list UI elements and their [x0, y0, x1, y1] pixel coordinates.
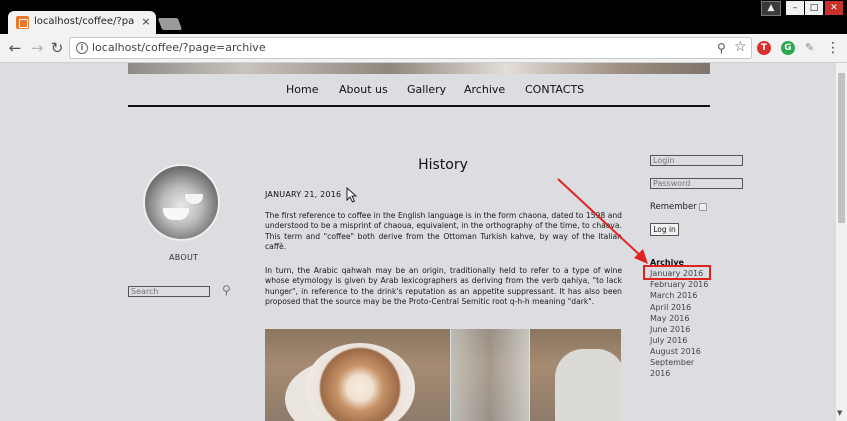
- browser-window: localhost/coffee/?page=arc × ▲ – □ ✕ ← →…: [0, 0, 847, 421]
- post-paragraph: In turn, the Arabic qahwah may be an ori…: [265, 266, 622, 307]
- info-icon[interactable]: i: [76, 42, 88, 54]
- page-content: Home About us Gallery Archive CONTACTS A…: [0, 63, 836, 421]
- minimize-button[interactable]: –: [786, 1, 804, 15]
- archive-link-july-2016[interactable]: July 2016: [650, 336, 687, 345]
- archive-link-april-2016[interactable]: April 2016: [650, 303, 691, 312]
- annotation-arrow-icon: [557, 178, 648, 264]
- latte-cup-shape: [305, 343, 415, 421]
- archive-link-june-2016[interactable]: June 2016: [650, 325, 690, 334]
- extension-pen-icon[interactable]: ✎: [805, 41, 814, 54]
- post-title: History: [418, 157, 468, 173]
- nav-link-about[interactable]: About us: [339, 83, 388, 96]
- browser-toolbar: ← → ↻ i localhost/coffee/?page=archive ⚲…: [0, 34, 847, 63]
- back-arrow-icon[interactable]: ←: [6, 39, 24, 57]
- archive-link-february-2016[interactable]: February 2016: [650, 280, 708, 289]
- main-navigation: Home About us Gallery Archive CONTACTS: [128, 78, 710, 106]
- coffee-latte-image: [265, 329, 621, 421]
- archive-link-march-2016[interactable]: March 2016: [650, 291, 697, 300]
- nav-link-home[interactable]: Home: [286, 83, 318, 96]
- favicon-icon: [16, 16, 29, 29]
- scrollbar-thumb[interactable]: [838, 73, 845, 223]
- nav-link-gallery[interactable]: Gallery: [407, 83, 446, 96]
- extension-t-icon[interactable]: T: [757, 41, 771, 55]
- tab-close-icon[interactable]: ×: [139, 14, 153, 30]
- water-glass-shape: [450, 329, 530, 421]
- search-input[interactable]: [128, 286, 210, 297]
- browser-tab[interactable]: localhost/coffee/?page=arc ×: [8, 11, 156, 34]
- search-icon[interactable]: ⚲: [222, 283, 231, 297]
- extension-g-icon[interactable]: G: [781, 41, 795, 55]
- remember-label: Remember: [650, 202, 697, 212]
- login-input[interactable]: [650, 155, 743, 166]
- nav-divider: [128, 105, 710, 107]
- password-input[interactable]: [650, 178, 743, 189]
- profile-icon[interactable]: ▲: [761, 1, 781, 16]
- remember-checkbox[interactable]: [699, 203, 707, 211]
- post-date: JANUARY 21, 2016: [265, 190, 342, 199]
- url-text[interactable]: localhost/coffee/?page=archive: [92, 41, 266, 54]
- close-window-button[interactable]: ✕: [825, 1, 843, 15]
- header-image: [128, 63, 710, 74]
- new-tab-button[interactable]: [157, 18, 183, 30]
- about-avatar-image[interactable]: [143, 164, 220, 241]
- page-scrollbar[interactable]: ▼: [836, 63, 847, 421]
- maximize-button[interactable]: □: [805, 1, 823, 15]
- nav-link-contacts[interactable]: CONTACTS: [525, 83, 584, 96]
- zoom-icon[interactable]: ⚲: [717, 41, 726, 55]
- about-label[interactable]: ABOUT: [169, 253, 198, 262]
- archive-link-september-2016-year[interactable]: 2016: [650, 369, 670, 378]
- title-bar: localhost/coffee/?page=arc × ▲ – □ ✕: [0, 0, 847, 34]
- tab-title: localhost/coffee/?page=arc: [34, 16, 134, 27]
- scroll-down-icon[interactable]: ▼: [837, 409, 842, 417]
- browser-menu-icon[interactable]: ⋮: [826, 39, 840, 57]
- nav-link-archive[interactable]: Archive: [464, 83, 505, 96]
- archive-link-august-2016[interactable]: August 2016: [650, 347, 701, 356]
- coffee-cup-shape: [163, 208, 189, 220]
- bookmark-star-icon[interactable]: ☆: [734, 39, 747, 55]
- archive-link-may-2016[interactable]: May 2016: [650, 314, 689, 323]
- archive-link-september-2016[interactable]: September: [650, 358, 694, 367]
- coffee-cup-shape: [185, 194, 203, 204]
- background-cup-shape: [555, 349, 621, 421]
- reload-icon[interactable]: ↻: [48, 39, 66, 57]
- mouse-cursor-icon: [346, 187, 358, 203]
- forward-arrow-icon[interactable]: →: [28, 39, 46, 57]
- address-bar[interactable]: i localhost/coffee/?page=archive ⚲ ☆: [69, 37, 752, 59]
